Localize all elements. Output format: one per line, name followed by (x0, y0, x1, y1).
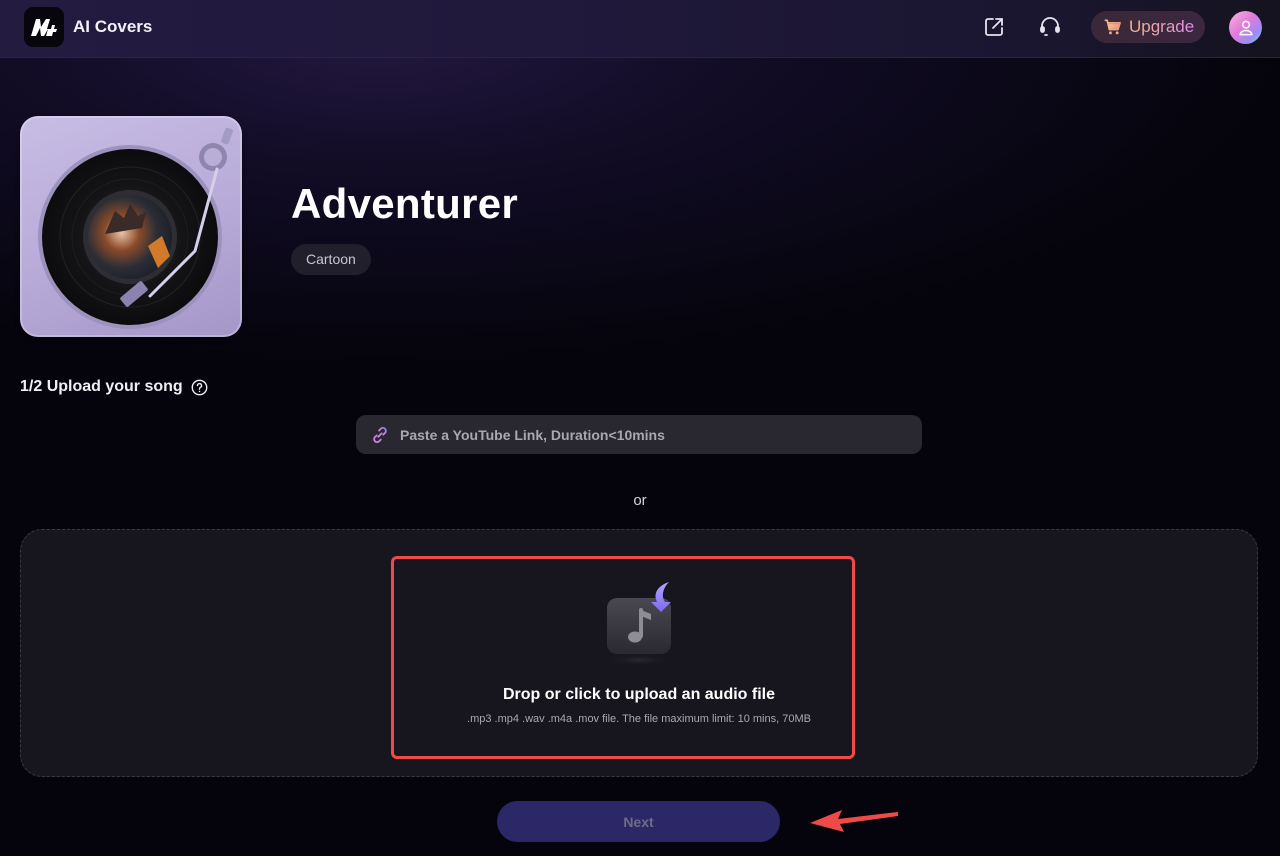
app-title: AI Covers (73, 17, 153, 36)
user-avatar-icon (1238, 20, 1253, 35)
user-avatar[interactable] (1229, 11, 1262, 44)
next-button[interactable]: Next (497, 801, 780, 842)
youtube-link-field[interactable] (356, 415, 922, 454)
dropzone-subtitle: .mp3 .mp4 .wav .m4a .mov file. The file … (467, 713, 811, 725)
step-label: 1/2 Upload your song (20, 378, 208, 396)
voice-cover-image (20, 116, 242, 337)
app-logo[interactable] (24, 7, 64, 47)
upgrade-label: Upgrade (1129, 17, 1195, 36)
headset-icon[interactable] (1038, 15, 1062, 39)
vinyl-turntable-icon (38, 127, 233, 329)
external-link-icon[interactable] (982, 15, 1006, 39)
voice-title: Adventurer (291, 180, 519, 227)
or-divider: or (633, 492, 647, 509)
upgrade-button[interactable]: Upgrade (1091, 11, 1205, 43)
media-io-logo-icon (31, 19, 57, 36)
top-header: AI Covers Upgrade (0, 0, 1280, 58)
question-circle-icon[interactable] (191, 379, 208, 396)
youtube-link-input[interactable] (400, 415, 922, 454)
link-icon (373, 426, 387, 443)
dropzone-title: Drop or click to upload an audio file (502, 686, 776, 703)
voice-category-tag: Cartoon (291, 244, 371, 275)
music-file-upload-icon (605, 582, 673, 666)
cart-icon (1104, 19, 1121, 35)
step-label-text: 1/2 Upload your song (20, 378, 183, 395)
annotation-arrow-icon (810, 810, 898, 832)
